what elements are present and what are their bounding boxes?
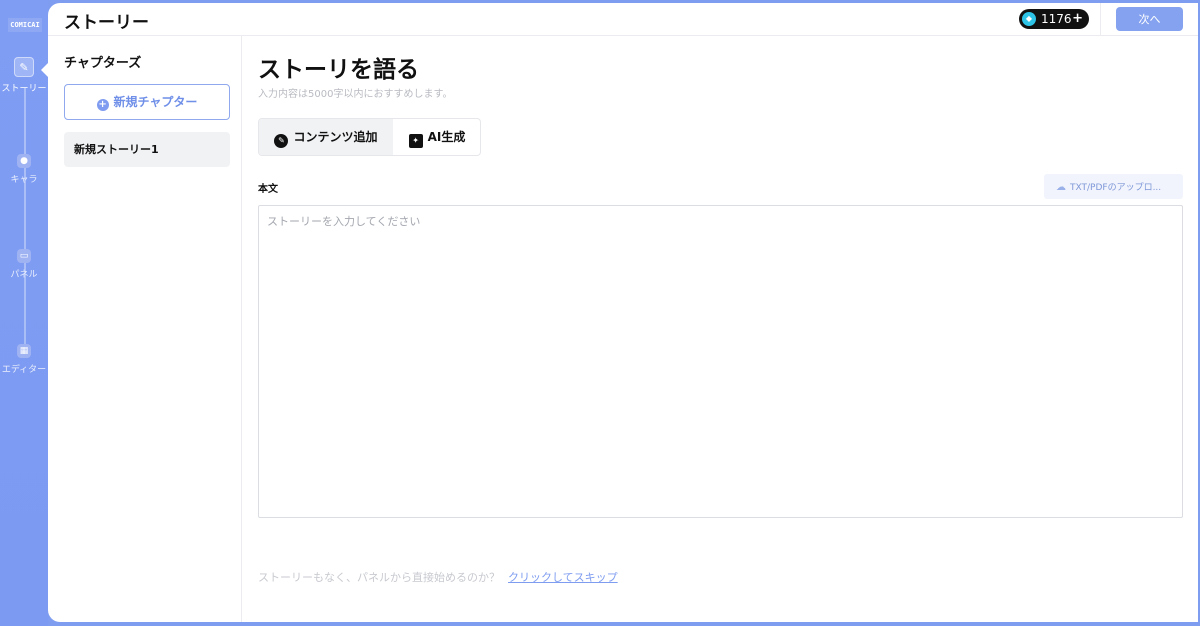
upload-file-button[interactable]: ☁ TXT/PDFのアップロ...: [1044, 174, 1183, 199]
story-textarea[interactable]: [258, 205, 1183, 518]
rail-track: [24, 88, 26, 358]
new-chapter-button[interactable]: + 新規チャプター: [64, 84, 230, 120]
cloud-upload-icon: ☁: [1056, 182, 1066, 193]
editor-icon: ▦: [17, 344, 31, 358]
app-logo[interactable]: COMICAI: [8, 18, 42, 32]
tab-add-content[interactable]: ✎ コンテンツ追加: [259, 119, 393, 155]
person-icon: ●: [17, 154, 31, 168]
rail-step-editor[interactable]: ▦ エディター: [0, 344, 48, 375]
chapters-sidebar: チャプターズ + 新規チャプター 新規ストーリー1: [48, 36, 242, 622]
divider: [1100, 3, 1101, 36]
new-chapter-label: 新規チャプター: [113, 94, 198, 109]
top-bar: ストーリー ◆ 1176 + 次へ: [48, 3, 1198, 36]
story-content: ストーリを語る 入力内容は5000字以内におすすめします。 ✎ コンテンツ追加 ✦…: [258, 36, 1183, 622]
add-tokens-icon[interactable]: +: [1072, 9, 1083, 29]
rail-step-label: エディター: [1, 365, 47, 375]
chapter-item[interactable]: 新規ストーリー1: [64, 132, 230, 167]
rail-step-character[interactable]: ● キャラ: [0, 154, 48, 185]
rail-step-label: ストーリー: [1, 84, 47, 94]
body-label: 本文: [258, 184, 278, 195]
tab-label: コンテンツ追加: [293, 130, 378, 144]
story-mode-tabs: ✎ コンテンツ追加 ✦ AI生成: [258, 118, 481, 156]
skip-prompt: ストーリーもなく、パネルから直接始めるのか？ クリックしてスキップ: [258, 569, 618, 585]
chapters-title: チャプターズ: [64, 56, 142, 71]
upload-label: TXT/PDFのアップロ...: [1070, 183, 1162, 193]
story-heading: ストーリを語る: [258, 57, 419, 83]
panel-icon: ▭: [17, 249, 31, 263]
skip-text: ストーリーもなく、パネルから直接始めるのか？: [258, 571, 500, 584]
rail-step-label: パネル: [10, 270, 38, 280]
pencil-icon: ✎: [14, 57, 34, 77]
main-panel: ストーリー ◆ 1176 + 次へ チャプターズ + 新規チャプター 新規ストーリ…: [48, 3, 1198, 622]
next-button[interactable]: 次へ: [1116, 7, 1183, 31]
rail-step-story[interactable]: ✎ ストーリー: [0, 57, 48, 94]
add-content-icon: ✎: [274, 134, 289, 148]
tab-ai-generate[interactable]: ✦ AI生成: [393, 119, 480, 155]
skip-link[interactable]: クリックしてスキップ: [508, 571, 618, 584]
rail-step-label: キャラ: [10, 175, 38, 185]
story-hint: 入力内容は5000字以内におすすめします。: [258, 89, 453, 100]
token-balance[interactable]: ◆ 1176 +: [1019, 9, 1089, 29]
gem-icon: ◆: [1022, 12, 1036, 26]
plus-circle-icon: +: [96, 98, 109, 111]
rail-step-panel[interactable]: ▭ パネル: [0, 249, 48, 280]
page-title: ストーリー: [64, 13, 149, 33]
left-rail: COMICAI ✎ ストーリー ● キャラ ▭ パネル ▦ エディター: [0, 0, 48, 626]
ai-icon: ✦: [408, 134, 423, 148]
token-count: 1176: [1041, 12, 1072, 26]
tab-label: AI生成: [427, 130, 466, 144]
